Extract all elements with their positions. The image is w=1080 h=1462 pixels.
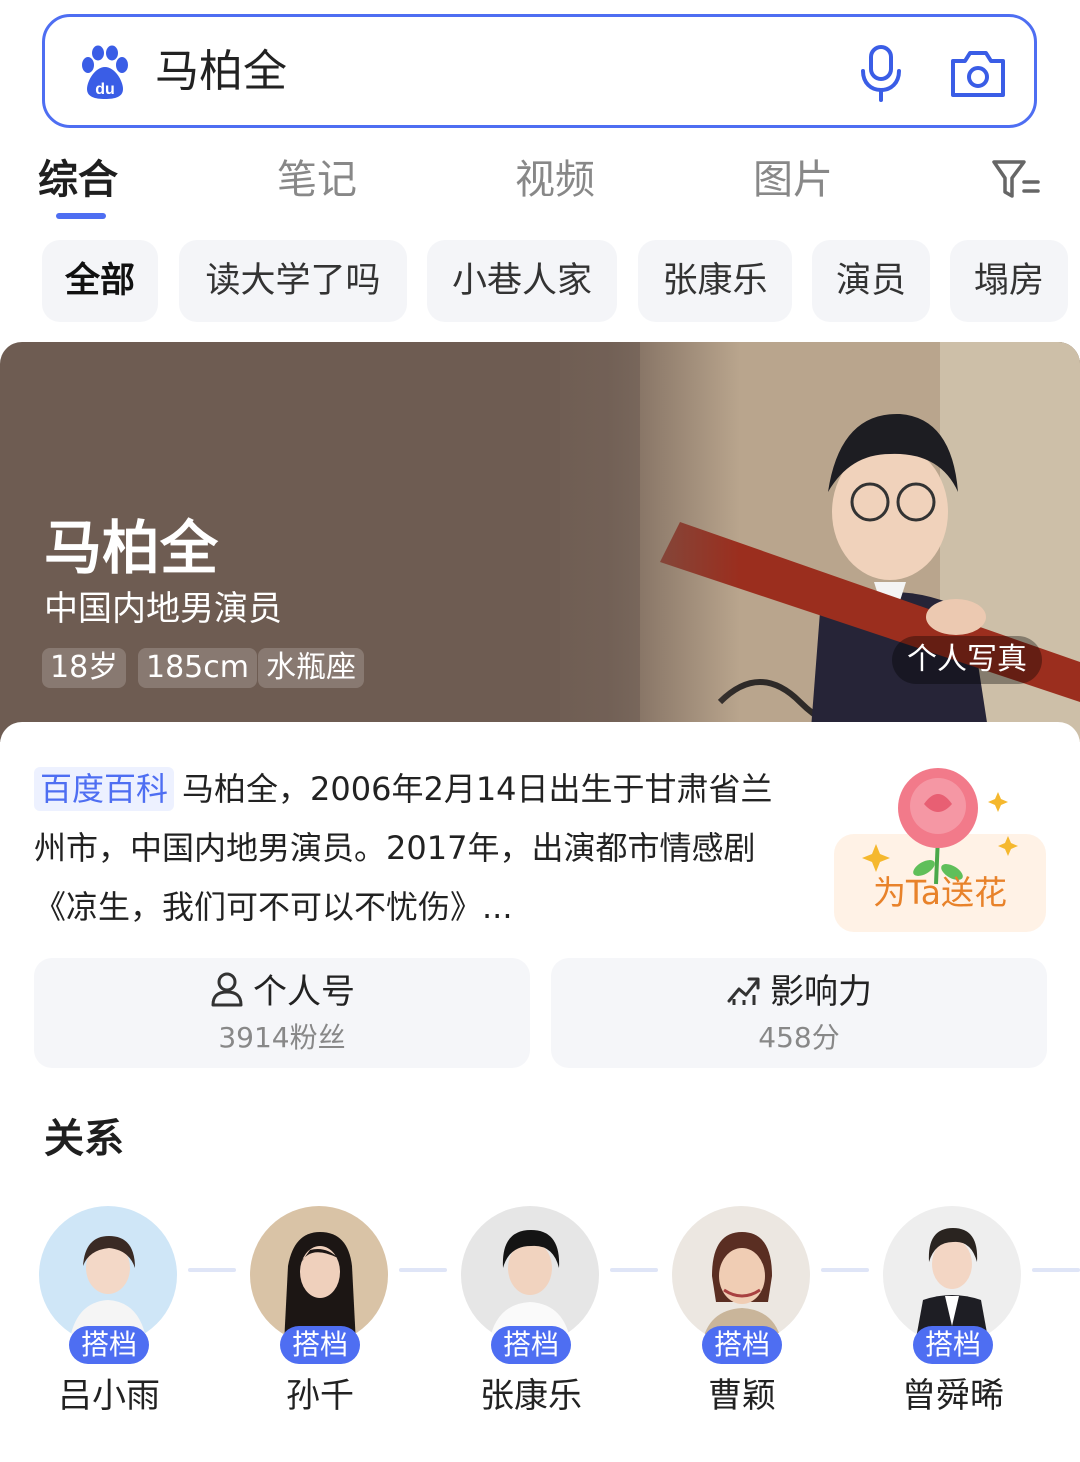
svg-text:du: du: [95, 81, 115, 98]
relation-connector: [1032, 1268, 1080, 1272]
chip-alley-family[interactable]: 小巷人家: [427, 240, 617, 322]
baike-source-tag[interactable]: 百度百科: [34, 767, 175, 811]
chip-actor[interactable]: 演员: [812, 240, 930, 322]
personal-account-card[interactable]: 个人号 3914粉丝: [34, 958, 530, 1068]
avatar[interactable]: [250, 1206, 388, 1344]
relation-badge: 搭档: [913, 1326, 993, 1364]
relation-connector: [821, 1268, 869, 1272]
filter-icon[interactable]: [990, 158, 1042, 202]
profile-description: 中国内地男演员: [44, 589, 282, 629]
chip-scandal[interactable]: 塌房: [950, 240, 1068, 322]
relation-name[interactable]: 孙千: [220, 1372, 420, 1420]
personal-account-title: 个人号: [253, 972, 355, 1012]
baike-intro[interactable]: 百度百科 马柏全，2006年2月14日出生于甘肃省兰州市，中国内地男演员。2017…: [34, 760, 774, 937]
trend-icon: [727, 977, 760, 1005]
influence-card[interactable]: 影响力 458分: [551, 958, 1047, 1068]
relation-person[interactable]: 搭档 曹颖: [672, 1206, 812, 1426]
personal-photos-button[interactable]: 个人写真: [892, 636, 1042, 684]
profile-name: 马柏全: [44, 514, 219, 582]
search-bar[interactable]: du 马柏全: [42, 14, 1037, 128]
avatar[interactable]: [461, 1206, 599, 1344]
search-tabs: 综合 笔记 视频 图片: [0, 150, 1080, 230]
tab-videos[interactable]: 视频: [515, 150, 595, 210]
relation-name[interactable]: 吕小雨: [9, 1372, 209, 1420]
fan-count: 3914粉丝: [218, 1021, 346, 1054]
profile-hero[interactable]: 马柏全 中国内地男演员 18岁 185cm 水瓶座 个人写真: [0, 342, 1080, 742]
zodiac-tag: 水瓶座: [258, 648, 364, 688]
relation-badge: 搭档: [280, 1326, 360, 1364]
influence-score: 458分: [758, 1021, 840, 1054]
chip-college[interactable]: 读大学了吗: [179, 240, 407, 322]
avatar[interactable]: [672, 1206, 810, 1344]
microphone-icon[interactable]: [857, 43, 905, 103]
relation-person[interactable]: 搭档 曾舜晞: [883, 1206, 1023, 1426]
tab-comprehensive[interactable]: 综合: [38, 150, 118, 210]
camera-icon[interactable]: [949, 47, 1007, 99]
send-flower-label: 为Ta送花: [873, 873, 1007, 912]
person-icon: [211, 972, 243, 1007]
age-tag: 18岁: [42, 648, 127, 688]
avatar[interactable]: [883, 1206, 1021, 1344]
relation-badge: 搭档: [702, 1326, 782, 1364]
active-tab-indicator: [56, 213, 106, 219]
chip-zhang-kangle[interactable]: 张康乐: [638, 240, 792, 322]
relation-name[interactable]: 曹颖: [642, 1372, 842, 1420]
search-input[interactable]: 马柏全: [155, 43, 287, 101]
tab-notes[interactable]: 笔记: [277, 150, 357, 210]
height-tag: 185cm: [138, 648, 257, 688]
relation-person[interactable]: 搭档 张康乐: [461, 1206, 601, 1426]
relation-connector: [188, 1268, 236, 1272]
relation-name[interactable]: 曾舜晞: [853, 1372, 1053, 1420]
info-card: 百度百科 马柏全，2006年2月14日出生于甘肃省兰州市，中国内地男演员。2017…: [0, 722, 1080, 1092]
relation-connector: [610, 1268, 658, 1272]
influence-title: 影响力: [770, 972, 872, 1012]
relation-connector: [399, 1268, 447, 1272]
tab-images[interactable]: 图片: [753, 150, 833, 210]
avatar[interactable]: [39, 1206, 177, 1344]
relation-badge: 搭档: [69, 1326, 149, 1364]
relation-person[interactable]: 搭档 孙千: [250, 1206, 390, 1426]
relations-title: 关系: [44, 1116, 124, 1162]
filter-chips: 全部 读大学了吗 小巷人家 张康乐 演员 塌房: [0, 240, 1080, 322]
hero-gradient: [520, 342, 740, 742]
relation-badge: 搭档: [491, 1326, 571, 1364]
baidu-paw-logo-icon: du: [82, 45, 128, 99]
relation-name[interactable]: 张康乐: [431, 1372, 631, 1420]
relation-person[interactable]: 搭档 吕小雨: [39, 1206, 179, 1426]
chip-all[interactable]: 全部: [42, 240, 158, 322]
